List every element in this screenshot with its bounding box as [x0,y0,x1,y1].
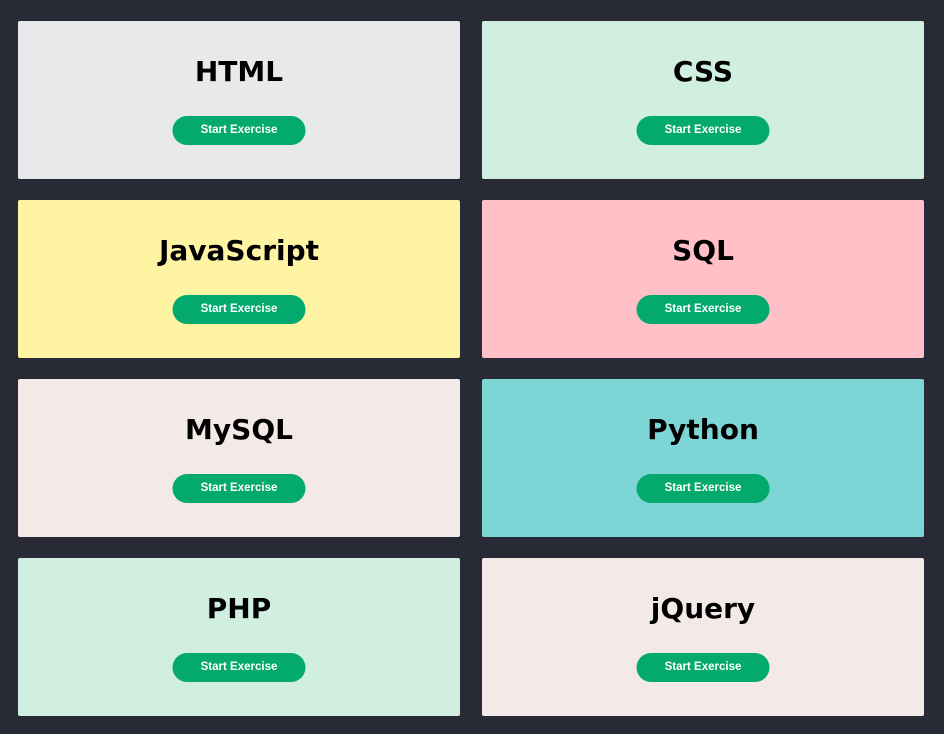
start-exercise-button[interactable]: Start Exercise [172,295,306,324]
card-title: SQL [672,234,734,267]
start-exercise-button[interactable]: Start Exercise [636,116,770,145]
card-title: PHP [206,592,272,625]
card-javascript: JavaScript Start Exercise [18,200,460,358]
card-title: MySQL [185,413,293,446]
start-exercise-button[interactable]: Start Exercise [172,653,306,682]
card-html: HTML Start Exercise [18,21,460,179]
card-php: PHP Start Exercise [18,558,460,716]
start-exercise-button[interactable]: Start Exercise [636,653,770,682]
card-title: JavaScript [158,234,320,267]
card-title: CSS [672,55,734,88]
start-exercise-button[interactable]: Start Exercise [636,295,770,324]
card-mysql: MySQL Start Exercise [18,379,460,537]
card-title: HTML [194,55,284,88]
card-jquery: jQuery Start Exercise [482,558,924,716]
card-python: Python Start Exercise [482,379,924,537]
start-exercise-button[interactable]: Start Exercise [172,116,306,145]
card-title: jQuery [650,592,756,625]
start-exercise-button[interactable]: Start Exercise [636,474,770,503]
start-exercise-button[interactable]: Start Exercise [172,474,306,503]
card-title: Python [647,413,759,446]
card-sql: SQL Start Exercise [482,200,924,358]
card-css: CSS Start Exercise [482,21,924,179]
exercise-grid: HTML Start Exercise CSS Start Exercise J… [18,21,924,716]
